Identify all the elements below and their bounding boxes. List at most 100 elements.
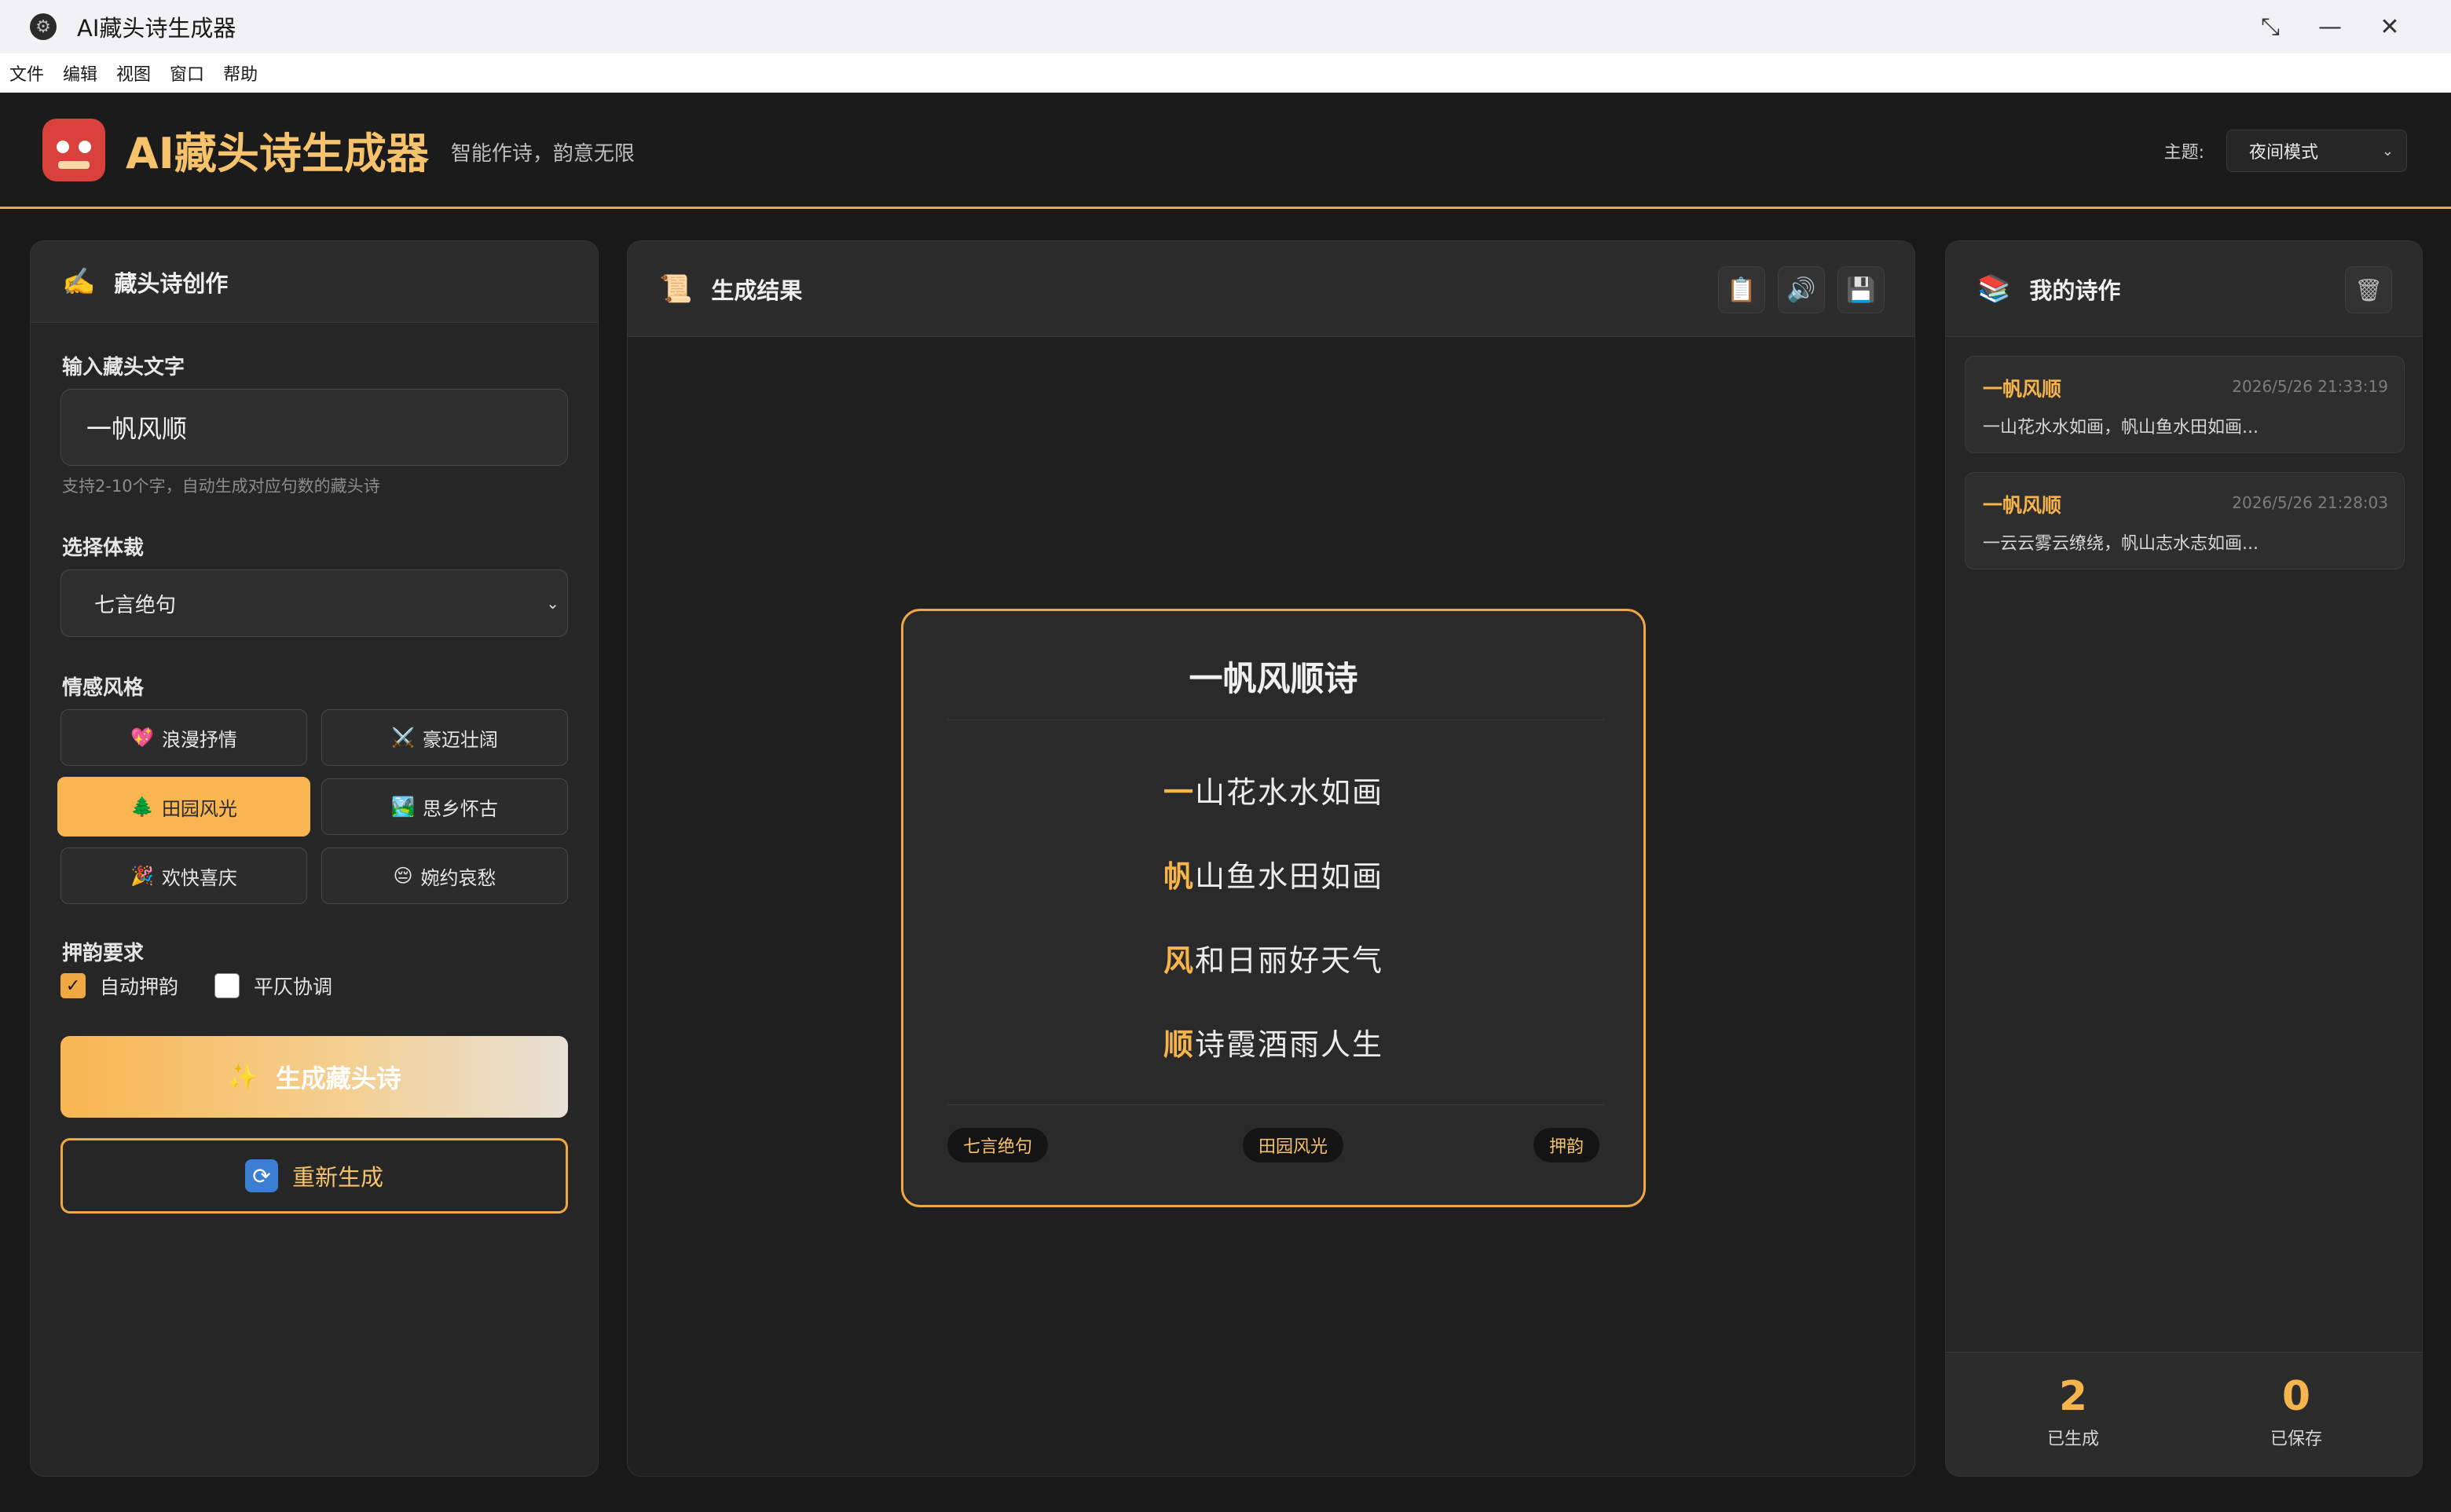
acrostic-text-value: 一帆风顺 [86, 414, 188, 444]
history-panel-header: 📚 我的诗作 🗑 [1946, 241, 2422, 337]
theme-select-value: 夜间模式 [2249, 143, 2319, 163]
acrostic-text-input[interactable]: 一帆风顺 [60, 389, 568, 466]
app-icon: ⚙ [30, 13, 57, 40]
window-title: AI藏头诗生成器 [77, 15, 236, 42]
style-pastoral-button[interactable]: 🌲 田园风光 [57, 777, 310, 837]
theme-area: 主题: 夜间模式 ⌄ [2164, 130, 2407, 172]
history-item[interactable]: 一帆风顺 2026/5/26 21:33:19 一山花水水如画，帆山鱼水田如画.… [1965, 356, 2405, 453]
scroll-icon: 📜 [659, 273, 693, 305]
poem-line-head: 风 [1163, 943, 1195, 978]
generated-count: 2 [2058, 1373, 2088, 1420]
trash-icon[interactable]: 🗑 [2345, 266, 2392, 313]
app-title: AI藏头诗生成器 [126, 129, 429, 178]
history-item-time: 2026/5/26 21:33:19 [2232, 377, 2388, 396]
poem-line: 顺诗霞酒雨人生 [903, 1020, 1643, 1064]
chevron-down-icon: ⌄ [546, 594, 559, 613]
generate-button[interactable]: ✨ 生成藏头诗 [60, 1036, 568, 1118]
style-festive-label: 欢快喜庆 [161, 866, 237, 889]
style-melancholy-label: 婉约哀愁 [420, 866, 496, 889]
generate-button-label: 生成藏头诗 [275, 1064, 401, 1093]
saved-count: 0 [2281, 1373, 2311, 1420]
heart-icon: 💖 [130, 727, 154, 749]
poem-line: 风和日丽好天气 [903, 936, 1643, 979]
restore-icon[interactable]: ⤡ [2240, 0, 2300, 53]
history-item-preview: 一云云雾云缭绕，帆山志水志如画... [1983, 534, 2259, 554]
style-heroic-button[interactable]: ⚔️ 豪迈壮阔 [321, 709, 568, 766]
rhyme-tag: 押韵 [1533, 1128, 1599, 1162]
generated-stat: 2 已生成 [1995, 1373, 2152, 1450]
pensive-face-icon: 😔 [393, 865, 413, 887]
result-toolbar: 📋 🔊 💾 [1705, 266, 1885, 313]
history-item-preview: 一山花水水如画，帆山鱼水田如画... [1983, 418, 2259, 437]
poem-line-text: 山花水水如画 [1195, 775, 1384, 810]
tone-harmony-checkbox[interactable] [214, 973, 240, 998]
style-melancholy-button[interactable]: 😔 婉约哀愁 [321, 848, 568, 904]
poem-line-head: 顺 [1163, 1027, 1195, 1062]
menu-help[interactable]: 帮助 [223, 60, 258, 86]
generated-label: 已生成 [2046, 1430, 2099, 1449]
robot-logo-icon [42, 118, 105, 181]
menu-view[interactable]: 视图 [116, 60, 151, 86]
poem-divider [947, 1104, 1604, 1105]
poem-line: 帆山鱼水田如画 [903, 852, 1643, 895]
menu-edit[interactable]: 编辑 [63, 60, 97, 86]
saved-stat: 0 已保存 [2218, 1373, 2375, 1450]
sparkles-icon: ✨ [227, 1062, 258, 1092]
poem-line-head: 一 [1163, 775, 1195, 810]
result-panel-title: 生成结果 [711, 276, 803, 304]
genre-label: 选择体裁 [62, 536, 145, 560]
input-hint: 支持2-10个字，自动生成对应句数的藏头诗 [62, 477, 380, 496]
menubar: 文件 编辑 视图 窗口 帮助 [0, 53, 2451, 93]
poem-line: 一山花水水如画 [903, 768, 1643, 811]
style-romantic-label: 浪漫抒情 [161, 728, 237, 751]
history-item-time: 2026/5/26 21:28:03 [2232, 493, 2388, 512]
refresh-icon: ⟳ [244, 1159, 278, 1192]
writing-hand-icon: ✍️ [62, 265, 96, 298]
rhyme-label: 押韵要求 [62, 942, 145, 965]
poem-divider [947, 719, 1604, 720]
poem-title: 一帆风顺诗 [1189, 660, 1358, 699]
poem-line-head: 帆 [1163, 859, 1195, 894]
window-controls: ⤡ — ✕ [2240, 0, 2420, 53]
style-label: 情感风格 [62, 676, 145, 700]
creation-panel: ✍️ 藏头诗创作 输入藏头文字 一帆风顺 支持2-10个字，自动生成对应句数的藏… [30, 240, 599, 1477]
creation-panel-title: 藏头诗创作 [114, 269, 229, 297]
copy-clipboard-icon[interactable]: 📋 [1718, 266, 1765, 313]
tree-icon: 🌲 [130, 796, 154, 818]
party-popper-icon: 🎉 [130, 865, 154, 887]
history-panel: 📚 我的诗作 🗑 一帆风顺 2026/5/26 21:33:19 一山花水水如画… [1945, 240, 2423, 1477]
genre-select[interactable]: 七言绝句 ⌄ [60, 569, 568, 637]
history-item-title: 一帆风顺 [1983, 378, 2062, 401]
genre-tag: 七言绝句 [947, 1128, 1049, 1162]
regenerate-button-label: 重新生成 [291, 1164, 383, 1191]
theme-label: 主题: [2163, 143, 2204, 163]
landscape-icon: 🏞️ [391, 796, 415, 818]
auto-rhyme-checkbox[interactable]: ✓ [60, 973, 86, 998]
style-romantic-button[interactable]: 💖 浪漫抒情 [60, 709, 307, 766]
history-item[interactable]: 一帆风顺 2026/5/26 21:28:03 一云云雾云缭绕，帆山志水志如画.… [1965, 472, 2405, 569]
auto-rhyme-label: 自动押韵 [100, 976, 179, 998]
theme-select[interactable]: 夜间模式 ⌄ [2226, 130, 2407, 172]
swords-icon: ⚔️ [391, 727, 415, 749]
style-nostalgic-label: 思乡怀古 [422, 797, 498, 820]
window-titlebar: ⚙ AI藏头诗生成器 ⤡ — ✕ [0, 0, 2451, 53]
minimize-icon[interactable]: — [2300, 0, 2360, 53]
menu-window[interactable]: 窗口 [170, 60, 204, 86]
poem-card: 一帆风顺诗 一山花水水如画 帆山鱼水田如画 风和日丽好天气 顺诗霞酒雨人生 七言… [901, 609, 1646, 1207]
style-tag: 田园风光 [1243, 1128, 1344, 1162]
poem-line-text: 和日丽好天气 [1195, 943, 1384, 978]
style-festive-button[interactable]: 🎉 欢快喜庆 [60, 848, 307, 904]
regenerate-button[interactable]: ⟳ 重新生成 [60, 1138, 568, 1214]
app-subtitle: 智能作诗，韵意无限 [450, 142, 635, 166]
style-nostalgic-button[interactable]: 🏞️ 思乡怀古 [321, 778, 568, 835]
saved-label: 已保存 [2270, 1430, 2322, 1449]
close-icon[interactable]: ✕ [2360, 0, 2420, 53]
history-item-title: 一帆风顺 [1983, 494, 2062, 517]
poem-line-text: 诗霞酒雨人生 [1195, 1027, 1384, 1062]
rhyme-options: ✓ 自动押韵 平仄协调 [60, 972, 332, 1000]
menu-file[interactable]: 文件 [9, 60, 44, 86]
speaker-icon[interactable]: 🔊 [1778, 266, 1825, 313]
chevron-down-icon: ⌄ [2381, 142, 2394, 159]
save-floppy-icon[interactable]: 💾 [1837, 266, 1885, 313]
result-panel: 📜 生成结果 📋 🔊 💾 一帆风顺诗 一山花水水如画 帆山鱼水田如画 风和日丽好… [627, 240, 1915, 1477]
